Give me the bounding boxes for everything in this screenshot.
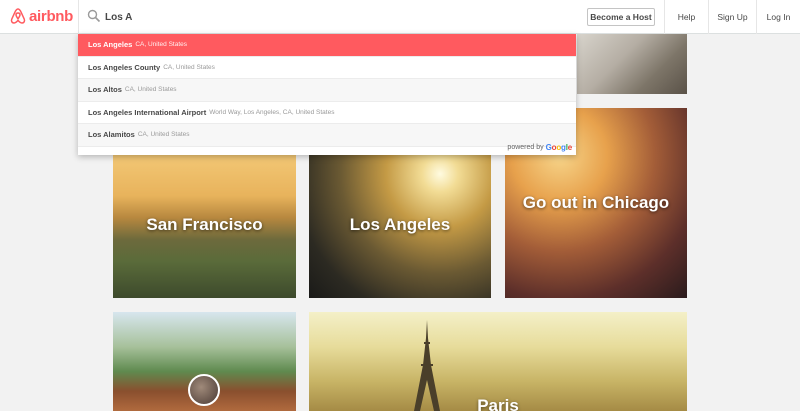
suggestion-sub: CA, United States [135, 41, 187, 49]
airbnb-logo-icon [10, 8, 26, 24]
google-logo: Google [546, 143, 573, 152]
suggestion-main: Los Altos [88, 85, 122, 95]
suggestion-sub: CA, United States [137, 131, 190, 139]
destination-card-los-angeles[interactable]: Los Angeles [309, 152, 491, 298]
logo-text: airbnb [29, 7, 74, 25]
card-title: San Francisco [146, 215, 263, 234]
card-title: Go out in Chicago [522, 193, 670, 212]
suggestion-item[interactable]: Los Angeles International Airport World … [78, 102, 576, 124]
card-title: Los Angeles [349, 215, 451, 234]
card-title: Paris [477, 396, 519, 411]
login-link[interactable]: Log In [756, 0, 800, 34]
destination-card-san-francisco[interactable]: San Francisco [113, 152, 296, 298]
airbnb-logo[interactable]: airbnb [10, 7, 73, 25]
suggestion-main: Los Alamitos [88, 130, 135, 140]
suggestion-sub: CA, United States [163, 63, 215, 71]
destination-card-paris[interactable]: Paris [309, 312, 687, 411]
top-header: airbnb Become a Host Help Sign Up Log In [0, 0, 800, 34]
suggestion-item[interactable]: Los Altos CA, United States [78, 79, 576, 102]
search-icon [87, 9, 101, 23]
suggestion-item[interactable]: Los Angeles County CA, United States [78, 57, 576, 79]
suggestion-item[interactable]: Los Angeles CA, United States [78, 34, 576, 57]
listing-card-cabin[interactable] [113, 312, 296, 411]
google-letter: e [567, 143, 572, 152]
suggestion-main: Los Angeles County [88, 62, 161, 72]
search-input[interactable] [105, 8, 405, 26]
suggestion-sub: CA, United States [124, 86, 177, 94]
suggestion-item[interactable]: Los Alamitos CA, United States [78, 124, 576, 147]
destination-card-top[interactable] [577, 34, 687, 94]
signup-link[interactable]: Sign Up [708, 0, 756, 34]
suggestion-main: Los Angeles [88, 40, 133, 50]
suggestion-sub: World Way, Los Angeles, CA, United State… [209, 108, 335, 116]
search-suggestions-dropdown: Los Angeles CA, United States Los Angele… [78, 34, 576, 155]
host-avatar [188, 374, 220, 406]
powered-by-text: powered by [507, 144, 544, 151]
powered-by-google: powered by Google [507, 143, 572, 152]
search-bar [78, 0, 576, 34]
become-host-button[interactable]: Become a Host [587, 8, 655, 26]
help-link[interactable]: Help [664, 0, 708, 34]
suggestion-main: Los Angeles International Airport [88, 107, 207, 117]
